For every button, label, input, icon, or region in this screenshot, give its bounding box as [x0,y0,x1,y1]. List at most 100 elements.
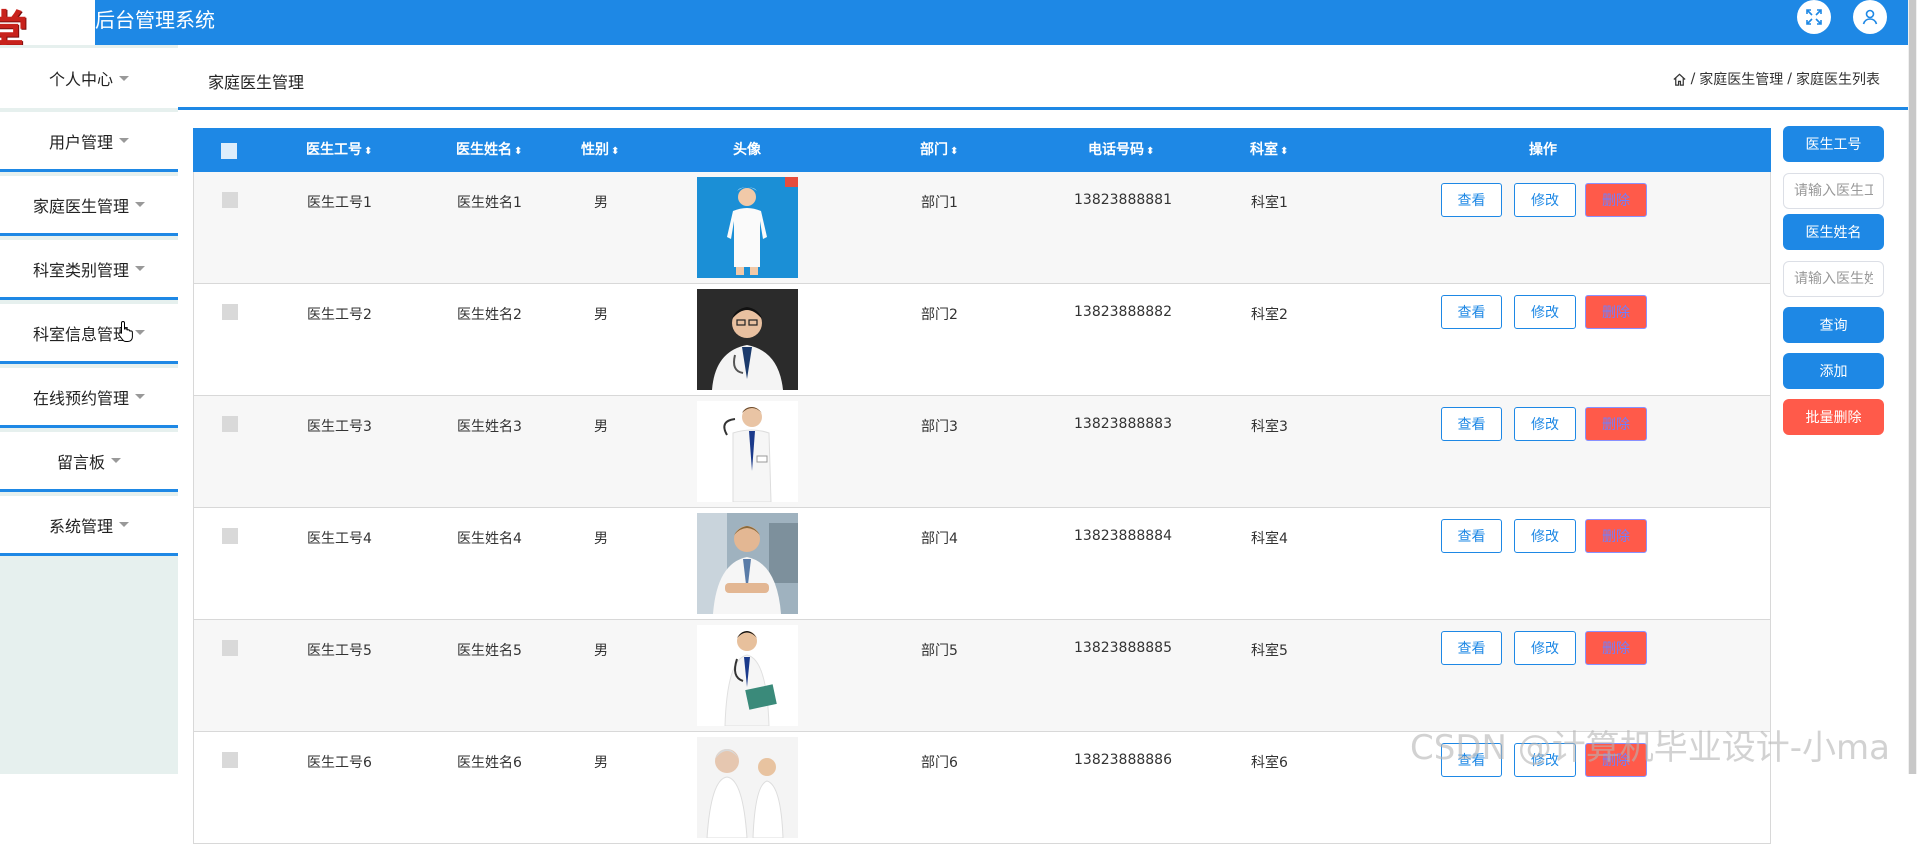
cell-doctor-id: 医生工号3 [307,419,372,435]
breadcrumb-separator: / [1787,71,1792,87]
sidebar-item-doctor-management[interactable]: 家庭医生管理 [0,176,178,236]
scrollbar-thumb[interactable] [1909,0,1916,774]
breadcrumb-item[interactable]: 家庭医生管理 [1699,69,1783,89]
row-checkbox[interactable] [222,192,238,208]
sidebar-item-label: 家庭医生管理 [32,196,129,216]
caret-down-icon [135,202,145,207]
table-header: 医生工号 ⬍ 医生姓名 ⬍ 性别 ⬍ 头像 部门 ⬍ 电话号码 ⬍ 科室 ⬍ 操作 [193,128,1771,172]
view-button[interactable]: 查看 [1441,631,1502,665]
avatar[interactable] [697,737,798,838]
col-doctor-name[interactable]: 医生姓名 ⬍ [456,128,522,172]
cell-room: 科室1 [1251,195,1288,211]
doctor-name-label-button[interactable]: 医生姓名 [1783,214,1884,250]
col-department[interactable]: 部门 ⬍ [920,128,958,172]
sort-icon[interactable]: ⬍ [611,130,619,174]
edit-button[interactable]: 修改 [1514,407,1576,441]
delete-button[interactable]: 删除 [1585,631,1647,665]
cell-gender: 男 [594,531,608,547]
cell-phone: 13823888881 [1074,192,1172,208]
avatar[interactable] [697,401,798,502]
cell-gender: 男 [594,755,608,771]
sort-icon[interactable]: ⬍ [364,130,372,174]
cell-room: 科室3 [1251,419,1288,435]
breadcrumb: / 家庭医生管理 / 家庭医生列表 [1672,69,1880,89]
cell-phone: 13823888882 [1074,304,1172,320]
col-phone[interactable]: 电话号码 ⬍ [1088,128,1154,172]
delete-button[interactable]: 删除 [1585,183,1647,217]
col-room[interactable]: 科室 ⬍ [1250,128,1288,172]
user-icon[interactable] [1853,0,1887,34]
fullscreen-icon[interactable] [1797,0,1831,34]
add-button[interactable]: 添加 [1783,353,1884,389]
sidebar-item-user-management[interactable]: 用户管理 [0,112,178,172]
sidebar-item-message-board[interactable]: 留言板 [0,432,178,492]
avatar[interactable] [697,289,798,390]
edit-button[interactable]: 修改 [1514,631,1576,665]
sidebar-item-online-booking[interactable]: 在线预约管理 [0,368,178,428]
sort-icon[interactable]: ⬍ [1146,130,1154,174]
view-button[interactable]: 查看 [1441,519,1502,553]
page-scrollbar[interactable] [1908,0,1917,774]
cell-phone: 13823888884 [1074,528,1172,544]
edit-button[interactable]: 修改 [1514,183,1576,217]
col-doctor-id[interactable]: 医生工号 ⬍ [306,128,372,172]
batch-delete-button[interactable]: 批量删除 [1783,399,1884,435]
cell-department: 部门4 [921,531,958,547]
page-header: 家庭医生管理 / 家庭医生管理 / 家庭医生列表 [178,45,1910,110]
hand-cursor-icon [118,320,133,342]
doctor-id-search-input[interactable] [1783,173,1884,209]
row-checkbox[interactable] [222,640,238,656]
row-checkbox[interactable] [222,416,238,432]
doctor-name-search-input[interactable] [1783,261,1884,297]
breadcrumb-item: 家庭医生列表 [1796,72,1880,88]
view-button[interactable]: 查看 [1441,295,1502,329]
avatar[interactable] [697,513,798,614]
avatar[interactable] [697,177,798,278]
page-title: 家庭医生管理 [208,73,305,92]
caret-down-icon [135,330,145,335]
edit-button[interactable]: 修改 [1514,295,1576,329]
sort-icon[interactable]: ⬍ [514,130,522,174]
col-gender[interactable]: 性别 ⬍ [581,128,619,172]
cell-doctor-name: 医生姓名4 [457,531,522,547]
caret-down-icon [119,522,129,527]
delete-button[interactable]: 删除 [1585,295,1647,329]
home-icon[interactable] [1672,72,1687,87]
cell-doctor-name: 医生姓名5 [457,643,522,659]
cell-department: 部门5 [921,643,958,659]
table-row: 医生工号1 医生姓名1 男 部门1 13823888881 科室1 查看 修改 … [193,172,1771,284]
view-button[interactable]: 查看 [1441,407,1502,441]
table-row: 医生工号3 医生姓名3 男 部门3 13823888883 科室3 查看 修改 … [193,396,1771,508]
row-checkbox[interactable] [222,752,238,768]
sidebar-item-label: 用户管理 [48,132,113,152]
view-button[interactable]: 查看 [1441,183,1502,217]
doctor-id-label-button[interactable]: 医生工号 [1783,126,1884,162]
watermark: CSDN @计算机毕业设计-小ma [1410,728,1890,768]
row-checkbox[interactable] [222,304,238,320]
breadcrumb-separator: / [1690,71,1696,87]
sidebar-item-dept-category[interactable]: 科室类别管理 [0,240,178,300]
col-avatar: 头像 [733,142,761,158]
edit-button[interactable]: 修改 [1514,519,1576,553]
cell-doctor-id: 医生工号4 [307,531,372,547]
cell-room: 科室2 [1251,307,1288,323]
sort-icon[interactable]: ⬍ [950,130,958,174]
cell-room: 科室4 [1251,531,1288,547]
delete-button[interactable]: 删除 [1585,407,1647,441]
top-bar: 堂 后台管理系统 [0,0,1917,52]
cell-doctor-id: 医生工号1 [307,195,372,211]
sidebar-item-personal-center[interactable]: 个人中心 [0,48,178,108]
sidebar-item-label: 留言板 [56,452,105,472]
sort-icon[interactable]: ⬍ [1280,130,1288,174]
cell-room: 科室5 [1251,643,1288,659]
avatar[interactable] [697,625,798,726]
caret-down-icon [119,75,129,81]
select-all-checkbox[interactable] [221,143,237,159]
delete-button[interactable]: 删除 [1585,519,1647,553]
cell-doctor-name: 医生姓名6 [457,755,522,771]
row-checkbox[interactable] [222,528,238,544]
query-button[interactable]: 查询 [1783,307,1884,343]
sidebar-item-dept-info[interactable]: 科室信息管理 [0,304,178,364]
sidebar-item-system-management[interactable]: 系统管理 [0,496,178,556]
caret-down-icon [135,394,145,399]
